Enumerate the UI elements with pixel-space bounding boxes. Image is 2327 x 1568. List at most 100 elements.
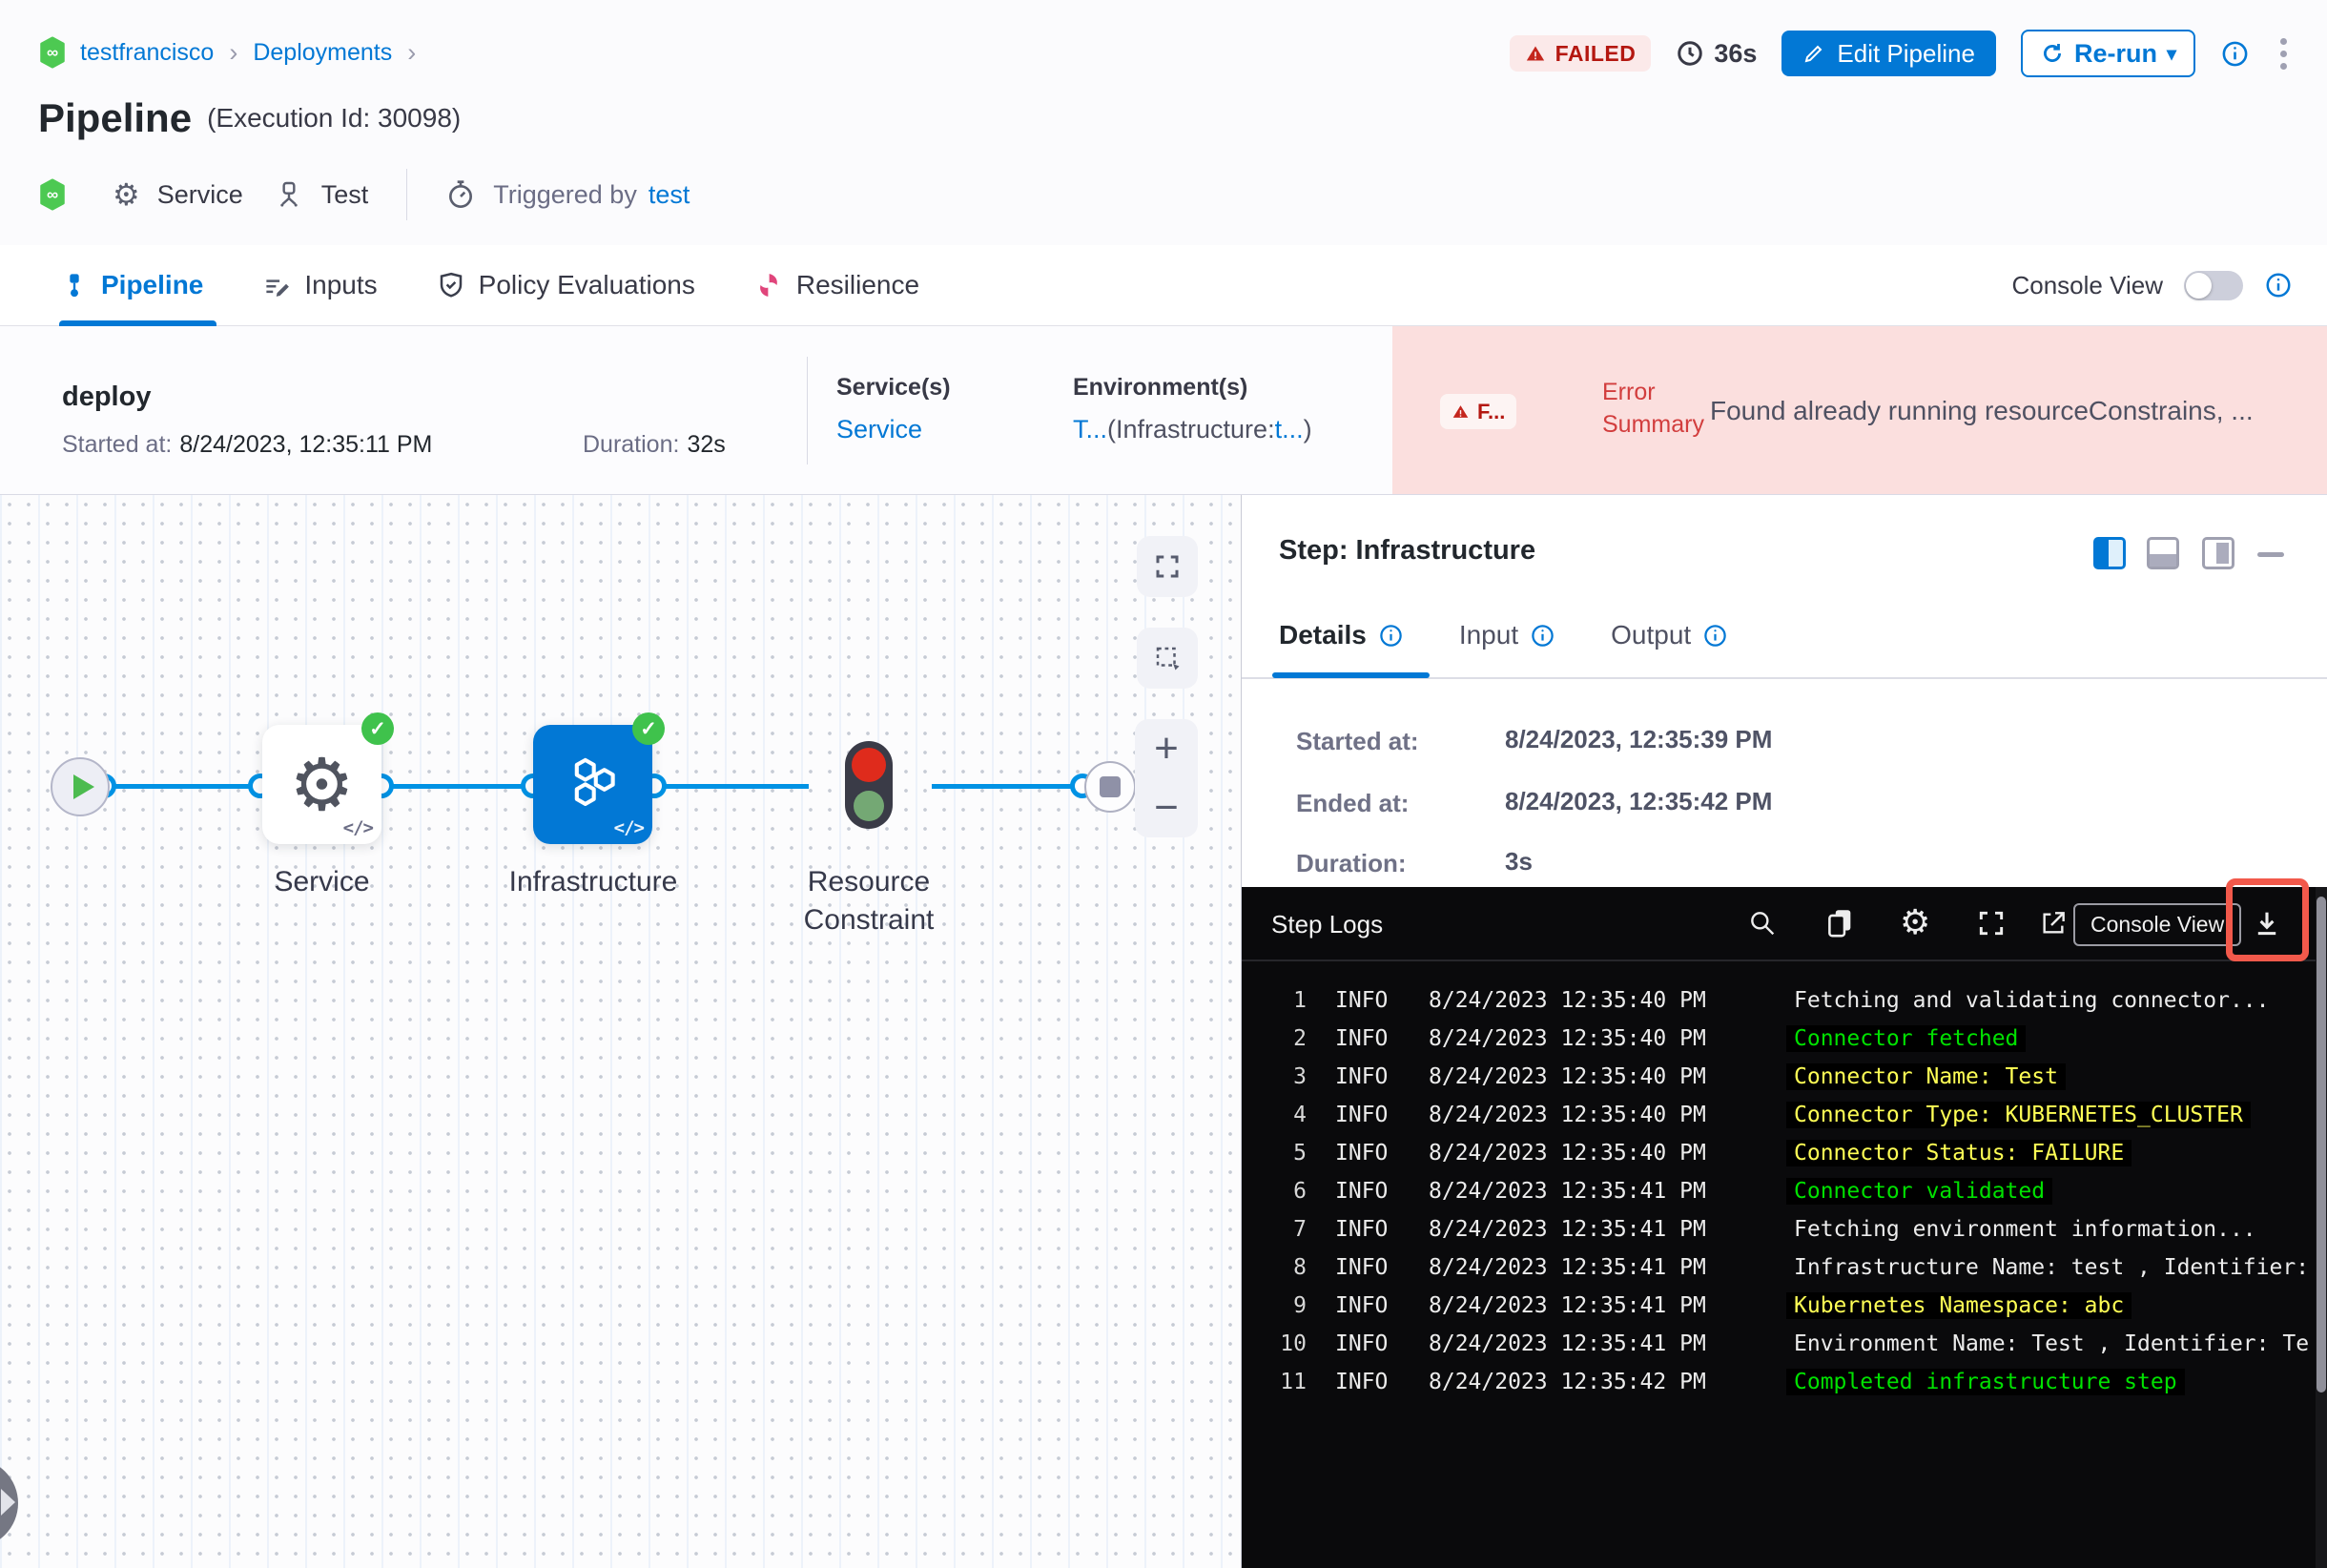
log-line: 10 INFO 8/24/2023 12:35:41 PM Environment N… [1280,1331,2310,1356]
tab-output[interactable]: Output [1611,620,1728,650]
step-node-service[interactable]: ⚙ ✓ </> [262,712,394,844]
active-tab-underline [1272,672,1430,678]
search-icon[interactable] [1747,908,1778,939]
rerun-button[interactable]: Re-run ▾ [2020,30,2195,77]
harness-logo-icon: ∞ [36,178,69,211]
console-view-control: Console View [2011,245,2293,325]
trigger-user-link[interactable]: test [649,180,690,210]
console-view-button[interactable]: Console View [2073,903,2242,946]
log-line: 4 INFO 8/24/2023 12:35:40 PM Connector Type… [1242,1096,2314,1134]
layout-bottom-view-button[interactable] [2147,537,2179,569]
log-line: 5 INFO 8/24/2023 12:35:40 PM Connector Stat… [1242,1134,2314,1172]
zoom-in-button[interactable]: + [1154,728,1179,770]
resilience-icon [754,271,783,299]
breadcrumb-deployments-link[interactable]: Deployments [253,39,392,67]
service-link[interactable]: Service [836,415,922,444]
minimize-panel-button[interactable] [2257,552,2284,557]
pipeline-icon [61,272,88,299]
logs-scrollbar-track [2316,887,2327,1568]
tab-pipeline[interactable]: Pipeline [61,245,203,325]
graph-edge [654,784,809,789]
canvas-fullscreen-button[interactable] [1137,536,1198,597]
step-logs-console: Step Logs ⚙ Console View 1 INFO 8/24/2023 … [1242,887,2327,1568]
divider [406,169,408,220]
stop-icon [1100,776,1121,797]
graph-edge [104,784,260,789]
chevron-right-icon [1,1489,15,1516]
expand-nav-button[interactable] [0,1458,18,1548]
log-settings-gear-icon[interactable]: ⚙ [1900,903,1930,941]
download-logs-icon[interactable] [2251,907,2283,939]
breadcrumb-account-link[interactable]: testfrancisco [80,39,214,67]
open-external-icon[interactable] [2038,908,2069,939]
tab-policy-evaluations[interactable]: Policy Evaluations [437,245,695,325]
canvas-select-button[interactable] [1137,628,1198,689]
gear-icon: ⚙ [113,177,140,212]
logs-scrollbar-thumb[interactable] [2317,897,2326,1393]
detail-ended-value: 8/24/2023, 12:35:42 PM [1505,787,1773,815]
expand-logs-icon[interactable] [1976,908,2007,939]
layout-minimized-view-button[interactable] [2202,537,2234,569]
triggered-by-label: Triggered by [493,179,637,209]
logs-header-divider [1242,959,2327,961]
info-icon[interactable] [2264,271,2293,299]
svg-text:∞: ∞ [47,44,58,62]
step-node-infrastructure[interactable]: ✓ </> [533,712,665,844]
breadcrumb-separator: › [407,37,417,67]
detail-started-label: Started at: [1296,727,1419,755]
copy-icon[interactable] [1823,906,1856,939]
tab-inputs[interactable]: Inputs [262,245,378,325]
failed-chip: F... [1440,394,1517,429]
log-line: 11 INFO 8/24/2023 12:35:42 PM Completed inf… [1242,1363,2314,1401]
log-line: 2 INFO 8/24/2023 12:35:40 PM Connector fetc… [1242,1020,2314,1058]
stopwatch-icon [445,179,476,210]
graph-edge [381,784,533,789]
step-panel-title: Step: Infrastructure [1279,535,1536,566]
title-row: Pipeline (Execution Id: 30098) [38,95,461,141]
chevron-down-icon: ▾ [2166,43,2176,65]
total-duration: 36s [1676,39,1757,69]
svg-text:∞: ∞ [47,186,58,204]
log-lines: 1 INFO 8/24/2023 12:35:40 PM Fetching and v… [1242,981,2314,1568]
execution-id: (Execution Id: 30098) [207,103,462,133]
environment-icon [274,179,304,210]
console-view-toggle[interactable] [2184,270,2243,300]
log-line: 8 INFO 8/24/2023 12:35:41 PM Infrastructure… [1293,1255,2310,1280]
log-line: 9 INFO 8/24/2023 12:35:41 PM Kubernetes Nam… [1242,1287,2314,1325]
infrastructure-link[interactable]: t... [1275,415,1304,444]
clock-icon [1676,39,1704,68]
play-icon [72,774,94,799]
zoom-out-button[interactable]: − [1154,787,1179,829]
tab-details[interactable]: Details [1279,620,1404,650]
pipeline-meta-row: ∞ ⚙ Service Test Triggered by test [36,169,690,220]
info-icon[interactable] [1530,623,1555,649]
detail-duration-label: Duration: [1296,849,1407,877]
inputs-icon [262,271,291,299]
tab-resilience[interactable]: Resilience [754,245,919,325]
tab-input[interactable]: Input [1459,620,1555,650]
harness-logo-icon: ∞ [36,36,69,69]
main-content: ⚙ ✓ </> ✓ </> Service Infrastructure Res… [0,495,2327,1568]
header-actions: FAILED 36s Edit Pipeline Re-run ▾ [1509,30,2293,77]
detail-ended-label: Ended at: [1296,789,1410,817]
info-icon[interactable] [1378,623,1404,649]
edit-pipeline-button[interactable]: Edit Pipeline [1781,31,1996,76]
info-icon[interactable] [2220,39,2250,69]
traffic-light-red [852,748,886,782]
environment-link[interactable]: T... [1073,415,1107,444]
start-node [51,757,110,816]
layout-right-view-button[interactable] [2093,537,2126,569]
log-line: 1 INFO 8/24/2023 12:35:40 PM Fetching and v… [1293,988,2270,1013]
node-label: Resource Constraint [803,866,935,936]
info-icon[interactable] [1702,623,1728,649]
status-badge: FAILED [1509,35,1652,72]
shield-check-icon [437,271,465,299]
zoom-controls: + − [1135,719,1198,837]
breadcrumb: ∞ testfrancisco › Deployments › [36,36,420,69]
more-options-menu[interactable] [2275,32,2293,75]
step-node-resource-constraint[interactable] [845,741,893,829]
environment-infra-suffix: ) [1303,415,1312,444]
stage-duration: Duration: 32s [583,431,726,458]
error-summary-text: Found already running resourceConstrains… [1710,396,2254,425]
execution-tabbar: Pipeline Inputs Policy Evaluations Resil… [0,245,2327,326]
